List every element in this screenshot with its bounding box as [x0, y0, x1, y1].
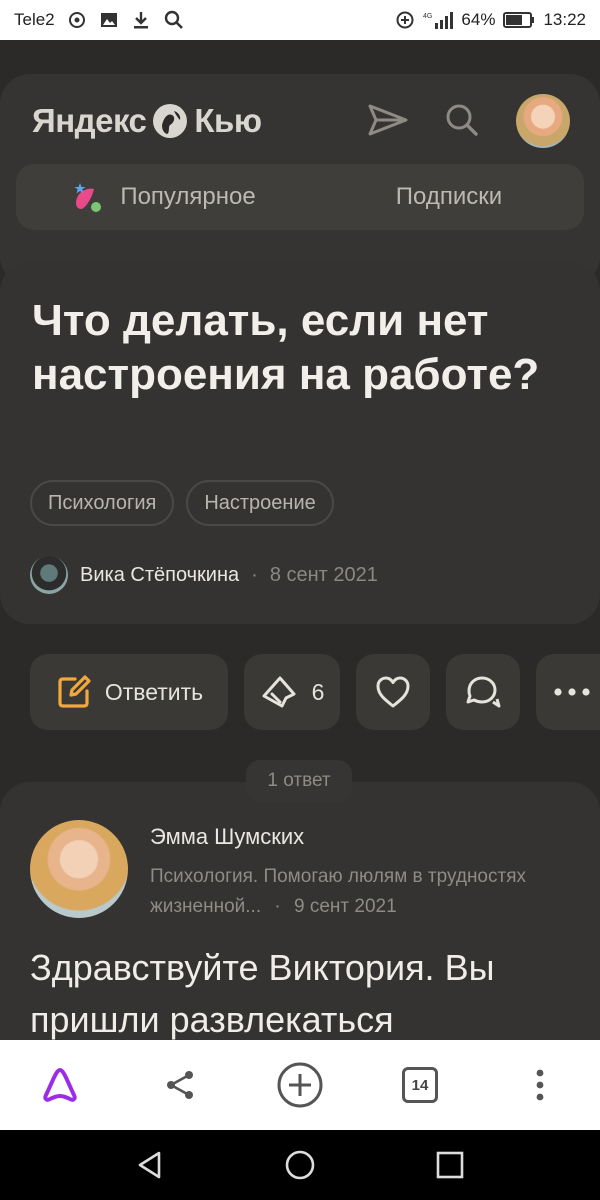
tab-subscriptions[interactable]: Подписки [314, 164, 584, 230]
browser-toolbar: 14 [0, 1040, 600, 1130]
app-content: Яндекс Кью Популярное Подписки Что делат… [0, 40, 600, 1040]
hotspot-icon [67, 10, 87, 30]
tab-popular[interactable]: Популярное [16, 164, 286, 230]
tabs-icon: 14 [402, 1067, 438, 1103]
question-author-row: Вика Стёпочкина · 8 сент 2021 [30, 556, 378, 594]
status-bar: Tele2 4G 64% 13:22 [0, 0, 600, 40]
search-icon [446, 104, 478, 136]
question-title[interactable]: Что делать, если нет настроения на работ… [32, 294, 572, 402]
clock: 13:22 [543, 10, 586, 29]
separator-dot: · [274, 896, 281, 917]
download-icon [131, 10, 151, 30]
system-nav-bar [0, 1130, 600, 1200]
answer-button[interactable]: Ответить [30, 654, 228, 730]
logo-text-left: Яндекс [32, 102, 147, 139]
tabs-button[interactable]: 14 [380, 1040, 460, 1130]
upvote-count: 6 [311, 678, 325, 705]
upvote-button[interactable]: 6 [244, 654, 340, 730]
back-icon [138, 1151, 161, 1179]
question-card: Что делать, если нет настроения на работ… [0, 262, 600, 624]
like-button[interactable] [356, 654, 430, 730]
share-icon [167, 1071, 193, 1099]
heart-icon [376, 676, 410, 708]
answer-text[interactable]: Здравствуйте Виктория. Вы пришли развлек… [30, 942, 590, 1040]
home-button[interactable] [270, 1140, 330, 1190]
more-horizontal-icon [554, 688, 590, 696]
action-bar: Ответить 6 [30, 654, 600, 730]
battery-percent: 64% [461, 10, 496, 29]
back-button[interactable] [120, 1140, 180, 1190]
send-button[interactable] [364, 96, 412, 144]
comments-icon [466, 676, 501, 708]
alice-icon [43, 1068, 77, 1102]
svg-text:4G: 4G [423, 13, 432, 20]
signal-icon: 4G [423, 10, 454, 30]
search-icon [163, 9, 185, 31]
new-tab-button[interactable] [260, 1040, 340, 1130]
separator-dot: · [251, 563, 258, 586]
tab-popular-label: Популярное [120, 183, 256, 210]
question-date: 8 сент 2021 [269, 563, 378, 586]
tag-list: Психология Настроение [30, 480, 334, 526]
yandex-q-logo[interactable]: Яндекс Кью [32, 102, 262, 140]
recents-button[interactable] [420, 1140, 480, 1190]
upvote-icon [262, 676, 296, 708]
tag-chip[interactable]: Настроение [186, 480, 334, 526]
share-button[interactable] [140, 1040, 220, 1130]
home-icon [285, 1150, 315, 1180]
answer-author-avatar[interactable] [30, 820, 128, 918]
search-button[interactable] [438, 96, 486, 144]
logo-text-right: Кью [194, 102, 262, 139]
answers-count-badge: 1 ответ [246, 760, 352, 802]
author-avatar[interactable] [30, 556, 68, 594]
tag-chip[interactable]: Психология [30, 480, 175, 526]
popular-icon [74, 183, 102, 212]
author-name[interactable]: Вика Стёпочкина [80, 564, 239, 587]
feed-tabs: Популярное Подписки [16, 164, 584, 230]
battery-icon [503, 11, 535, 29]
answer-author-meta: Психология. Помогаю люлям в трудностях ж… [150, 862, 570, 922]
data-saver-icon [395, 10, 415, 30]
answer-date: 9 сент 2021 [294, 896, 397, 917]
avatar[interactable] [516, 94, 570, 148]
carrier-label: Tele2 [14, 10, 55, 29]
answer-author-name[interactable]: Эмма Шумских [150, 824, 304, 850]
menu-button[interactable] [500, 1040, 580, 1130]
q-logo-icon [153, 104, 188, 138]
tab-subscriptions-label: Подписки [395, 183, 503, 210]
alice-button[interactable] [20, 1040, 100, 1130]
comments-button[interactable] [446, 654, 520, 730]
edit-icon [58, 675, 91, 708]
more-vertical-icon [536, 1069, 544, 1101]
answer-card: Эмма Шумских Психология. Помогаю люлям в… [0, 782, 600, 1040]
send-icon [368, 104, 408, 136]
add-icon [277, 1062, 323, 1108]
more-button[interactable] [536, 654, 600, 730]
answer-button-label: Ответить [104, 678, 204, 705]
image-icon [99, 10, 119, 30]
recents-icon [436, 1151, 464, 1179]
